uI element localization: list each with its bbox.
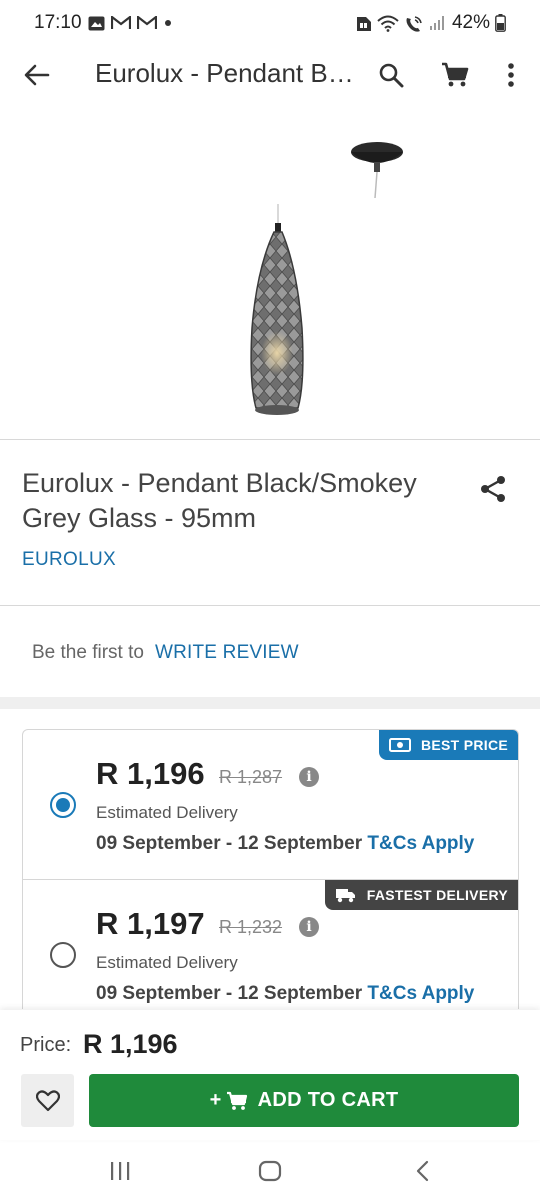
fastest-delivery-badge: FASTEST DELIVERY <box>324 880 518 910</box>
offer-radio[interactable] <box>50 942 76 968</box>
product-title: Eurolux - Pendant Black/Smokey Grey Glas… <box>22 468 417 533</box>
home-icon <box>258 1160 282 1182</box>
wifi-icon <box>377 15 399 32</box>
page-title: Eurolux - Pendant Black/Smokey Grey Glas… <box>95 58 355 88</box>
dot-icon <box>163 18 173 28</box>
price-label: Price: <box>20 1034 72 1056</box>
info-icon[interactable]: i <box>299 917 319 937</box>
gallery-icon <box>88 16 105 31</box>
search-button[interactable] <box>374 58 408 92</box>
cash-icon <box>388 738 411 752</box>
terms-link[interactable]: T&Cs Apply <box>367 833 474 854</box>
offer-price: R 1,196 <box>96 756 205 791</box>
sim-icon <box>356 15 372 32</box>
add-to-cart-label: ADD TO CART <box>257 1089 399 1111</box>
cart-icon <box>442 62 469 87</box>
status-time: 17:10 <box>34 12 82 33</box>
truck-icon <box>335 889 355 903</box>
delivery-label: Estimated Delivery <box>96 803 238 822</box>
more-options-button[interactable] <box>494 58 528 92</box>
best-price-badge: BEST PRICE <box>378 730 518 760</box>
recents-icon <box>111 1162 130 1180</box>
review-prompt-text: Be the first to <box>32 642 144 663</box>
offer-option[interactable]: BEST PRICE R 1,196 R 1,287 i Estimated D… <box>23 730 518 880</box>
delivery-dates: 09 September - 12 September T&Cs Apply <box>96 983 474 1005</box>
add-to-cart-button[interactable]: + ADD TO CART <box>89 1074 519 1127</box>
share-button[interactable] <box>476 472 510 506</box>
offer-price: R 1,197 <box>96 906 205 941</box>
cart-button[interactable] <box>438 58 472 92</box>
arrow-back-icon <box>24 64 50 86</box>
divider <box>0 439 540 440</box>
delivery-dates-text: 09 September - 12 September <box>96 833 363 854</box>
offers-list: BEST PRICE R 1,196 R 1,287 i Estimated D… <box>22 729 519 1009</box>
signal-icon <box>429 15 447 31</box>
wishlist-button[interactable] <box>21 1074 74 1127</box>
product-image[interactable] <box>0 118 540 438</box>
bottom-action-bar: Price: R 1,196 + ADD TO CART <box>0 1010 540 1140</box>
more-vert-icon <box>508 63 514 87</box>
wifi-call-icon <box>404 15 424 32</box>
info-icon[interactable]: i <box>299 767 319 787</box>
delivery-dates: 09 September - 12 September T&Cs Apply <box>96 833 474 855</box>
cart-icon <box>226 1091 247 1110</box>
review-prompt: Be the first to WRITE REVIEW <box>32 642 299 664</box>
divider <box>0 605 540 606</box>
back-nav-button[interactable] <box>405 1154 439 1188</box>
brand-link[interactable]: EUROLUX <box>22 549 116 571</box>
battery-percent: 42% <box>451 12 490 33</box>
status-bar: 17:10 42% <box>0 0 540 46</box>
write-review-link[interactable]: WRITE REVIEW <box>155 642 299 664</box>
share-icon <box>481 476 505 502</box>
battery-icon <box>495 14 506 32</box>
recent-apps-button[interactable] <box>103 1154 137 1188</box>
back-button[interactable] <box>22 60 52 90</box>
app-bar: Eurolux - Pendant Black/Smokey Grey Glas… <box>0 46 540 104</box>
gmail-icon <box>136 16 157 30</box>
price-value: R 1,196 <box>83 1029 178 1059</box>
offer-radio-selected[interactable] <box>50 792 76 818</box>
system-nav-bar <box>0 1140 540 1200</box>
offer-option[interactable]: FASTEST DELIVERY R 1,197 R 1,232 i Estim… <box>23 879 518 1009</box>
plus-label: + <box>209 1089 222 1111</box>
terms-link[interactable]: T&Cs Apply <box>367 983 474 1004</box>
badge-label: FASTEST DELIVERY <box>366 887 508 903</box>
delivery-dates-text: 09 September - 12 September <box>96 983 363 1004</box>
badge-label: BEST PRICE <box>420 737 508 753</box>
search-icon <box>379 63 404 88</box>
offer-was-price: R 1,287 <box>219 767 283 787</box>
chevron-left-icon <box>416 1160 429 1182</box>
heart-icon <box>35 1089 60 1111</box>
section-separator <box>0 697 540 709</box>
home-button[interactable] <box>253 1154 287 1188</box>
delivery-label: Estimated Delivery <box>96 953 238 972</box>
gmail-icon <box>110 16 131 30</box>
offer-was-price: R 1,232 <box>219 917 283 937</box>
